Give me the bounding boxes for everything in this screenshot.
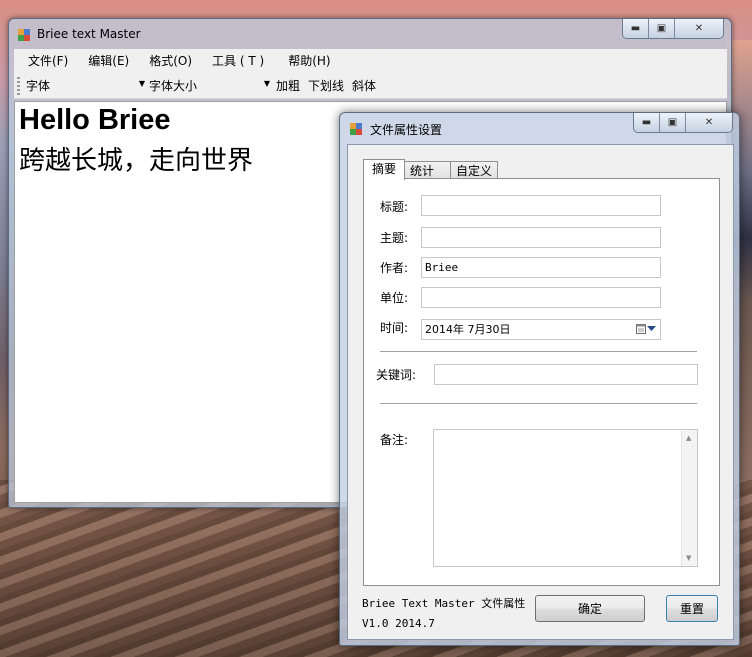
dialog-title: 文件属性设置: [370, 123, 443, 137]
toolbar: 字体 ▼ 字体大小 ▼ 加粗 下划线 斜体: [14, 73, 727, 99]
subject-field[interactable]: [421, 227, 661, 248]
font-combo-value: 字体: [26, 79, 51, 93]
calendar-dropdown-button[interactable]: [636, 323, 656, 334]
chevron-down-icon: ▼: [138, 78, 145, 88]
editor-line-1: Hello Briee: [19, 104, 171, 136]
author-field[interactable]: Briee: [421, 257, 661, 278]
menu-file[interactable]: 文件(F): [18, 50, 78, 72]
subject-label: 主题:: [380, 231, 409, 245]
chevron-down-icon: ▼: [263, 78, 270, 88]
menu-bar: 文件(F) 编辑(E) 格式(O) 工具 ( T ) 帮助(H): [14, 49, 727, 73]
font-size-combo-value: 字体大小: [149, 79, 198, 93]
tab-strip: 摘要 统计 自定义: [363, 159, 499, 180]
dialog-minimize-button[interactable]: ▬: [634, 113, 660, 132]
date-picker[interactable]: 2014年 7月30日: [421, 319, 661, 340]
font-combo[interactable]: 字体 ▼: [24, 74, 147, 97]
window-controls: ▬ ▣ ✕: [622, 19, 724, 39]
menu-format[interactable]: 格式(O): [139, 50, 202, 72]
ok-button[interactable]: 确定: [535, 595, 645, 622]
date-value: 2014年 7月30日: [425, 323, 511, 336]
close-button[interactable]: ✕: [675, 19, 723, 38]
title-field[interactable]: [421, 195, 661, 216]
notes-label: 备注:: [380, 433, 409, 447]
close-icon: ✕: [704, 117, 714, 128]
title-label: 标题:: [380, 200, 409, 214]
italic-button[interactable]: 斜体: [348, 75, 380, 97]
separator: [380, 403, 697, 404]
bold-button[interactable]: 加粗: [272, 75, 304, 97]
reset-button[interactable]: 重置: [666, 595, 718, 622]
notes-scrollbar[interactable]: ▲ ▼: [681, 430, 697, 566]
chevron-down-icon: [647, 325, 656, 331]
file-properties-dialog: 文件属性设置 ▬ ▣ ✕ 摘要 统计 自定义 标题: 主题: 作者: Briee…: [339, 112, 740, 646]
calendar-icon: [636, 324, 646, 334]
app-icon: [18, 29, 30, 41]
editor-line-2: 跨越长城，走向世界: [19, 146, 254, 176]
keywords-label: 关键词:: [376, 368, 417, 382]
company-field[interactable]: [421, 287, 661, 308]
minimize-icon: ▬: [630, 23, 641, 34]
footer-version-text: V1.0 2014.7: [362, 617, 435, 630]
author-label: 作者:: [380, 261, 409, 275]
menu-help[interactable]: 帮助(H): [278, 50, 340, 72]
tab-summary[interactable]: 摘要: [363, 159, 406, 180]
scroll-up-icon[interactable]: ▲: [686, 434, 691, 442]
scroll-down-icon[interactable]: ▼: [686, 554, 691, 562]
maximize-button[interactable]: ▣: [649, 19, 675, 38]
close-icon: ✕: [694, 23, 704, 34]
minimize-icon: ▬: [641, 117, 652, 128]
date-label: 时间:: [380, 321, 409, 335]
toolbar-grip[interactable]: [17, 76, 20, 95]
dialog-app-icon: [350, 123, 362, 135]
maximize-icon: ▣: [656, 23, 667, 34]
window-title: Briee text Master: [37, 27, 141, 41]
dialog-client-area: 摘要 统计 自定义 标题: 主题: 作者: Briee 单位: 时间: 2014…: [347, 144, 734, 640]
font-size-combo[interactable]: 字体大小 ▼: [147, 74, 272, 97]
menu-tools[interactable]: 工具 ( T ): [202, 50, 274, 72]
keywords-field[interactable]: [434, 364, 698, 385]
separator: [380, 351, 697, 352]
notes-textarea[interactable]: ▲ ▼: [433, 429, 698, 567]
maximize-icon: ▣: [667, 117, 678, 128]
dialog-close-button[interactable]: ✕: [686, 113, 732, 132]
underline-button[interactable]: 下划线: [304, 75, 348, 97]
footer-product-text: Briee Text Master 文件属性: [362, 597, 526, 610]
summary-tab-panel: 标题: 主题: 作者: Briee 单位: 时间: 2014年 7月30日 关键…: [363, 178, 720, 586]
dialog-maximize-button[interactable]: ▣: [660, 113, 686, 132]
company-label: 单位:: [380, 291, 409, 305]
dialog-window-controls: ▬ ▣ ✕: [633, 113, 733, 133]
menu-edit[interactable]: 编辑(E): [78, 50, 139, 72]
minimize-button[interactable]: ▬: [623, 19, 649, 38]
